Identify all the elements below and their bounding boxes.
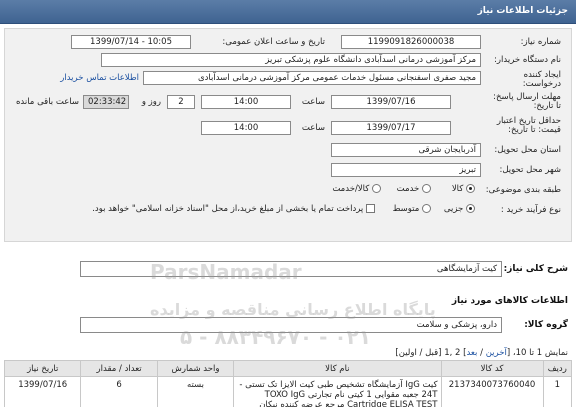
city-label: شهر محل تحویل: (499, 165, 561, 175)
province-label: استان محل تحویل: (494, 145, 561, 155)
category-goods-radio[interactable] (466, 184, 475, 193)
process-minor-radio[interactable] (466, 204, 475, 213)
days-label: روز و (141, 97, 161, 107)
cell-code: 2137340073760040 (440, 376, 544, 407)
table-header-row: ردیف کد کالا نام کالا واحد شمارش تعداد /… (3, 360, 573, 377)
goods-info-title: اطلاعات کالاهای مورد نیاز (451, 296, 568, 306)
pagination: نمایش 1 تا 10، [آخرین / بعد] 2 ,1 [قبل /… (395, 348, 568, 358)
deadline-date-field: 1399/07/16 (331, 95, 451, 109)
process-medium-radio[interactable] (422, 204, 431, 213)
buyer-field: مرکز آموزشی درمانی اسدآبادی دانشگاه علوم… (101, 53, 481, 67)
col-header-qty: تعداد / مقدار (80, 360, 158, 377)
process-option-minor[interactable]: جزیی (444, 204, 475, 214)
creator-field: مجید صفری اسفنجانی مسئول خدمات عمومی مرک… (143, 71, 481, 85)
days-field: 2 (167, 95, 195, 109)
treasury-payment-checkbox[interactable] (366, 204, 375, 213)
pager-next-link[interactable]: بعد (466, 348, 477, 358)
category-option-goods[interactable]: کالا (452, 184, 475, 194)
pager-last-link[interactable]: آخرین (486, 348, 507, 358)
province-field: آذربایجان شرقی (331, 143, 481, 157)
category-label: طبقه بندی موضوعی: (485, 185, 561, 195)
need-number-field: 1199091826000038 (341, 35, 481, 49)
category-option-both[interactable]: کالا/خدمت (332, 184, 381, 194)
announce-field: 1399/07/14 - 10:05 (71, 35, 191, 49)
announce-label: تاریخ و ساعت اعلان عمومی: (222, 37, 325, 47)
category-both-radio[interactable] (372, 184, 381, 193)
need-number-label: شماره نیاز: (520, 37, 561, 47)
col-header-date: تاریخ نیاز (3, 360, 82, 377)
goods-group-label: گروه کالا: (524, 320, 568, 330)
deadline-time-label: ساعت (301, 97, 325, 107)
cell-unit: بسته (156, 376, 235, 407)
col-header-row: ردیف (542, 360, 573, 377)
category-service-radio[interactable] (422, 184, 431, 193)
col-header-name: نام کالا (233, 360, 442, 377)
header-bar: جزئیات اطلاعات نیاز (0, 0, 576, 24)
validity-time-label: ساعت (301, 123, 325, 133)
remaining-label: ساعت باقی مانده (15, 97, 79, 107)
cell-qty: 6 (80, 376, 158, 407)
deadline-label: مهلت ارسال پاسخ: تا تاریخ: (493, 92, 561, 111)
creator-label: ایجاد کننده درخواست: (522, 70, 561, 89)
cell-name: کیت IgG آزمایشگاه تشخیص طبی کیت الایزا ت… (233, 376, 442, 407)
general-desc-label: شرح کلی نیاز: (503, 264, 568, 274)
process-label: نوع فرآیند خرید : (500, 205, 561, 215)
page-title: جزئیات اطلاعات نیاز (477, 6, 568, 16)
validity-label: حداقل تاریخ اعتبار قیمت: تا تاریخ: (496, 116, 561, 135)
deadline-time-field: 14:00 (201, 95, 291, 109)
category-option-service[interactable]: خدمت (397, 184, 431, 194)
cell-row: 1 (542, 376, 573, 407)
goods-group-field: دارو، پزشکی و سلامت (80, 317, 502, 333)
general-desc-field: کیت آزمایشگاهی (80, 261, 502, 277)
validity-date-field: 1399/07/17 (331, 121, 451, 135)
treasury-payment-option[interactable]: پرداخت تمام یا بخشی از مبلغ خرید،از محل … (92, 204, 375, 214)
buyer-label: نام دستگاه خریدار: (494, 55, 561, 65)
col-header-unit: واحد شمارش (156, 360, 235, 377)
remaining-time-field: 02:33:42 (83, 95, 129, 109)
city-field: تبریز (331, 163, 481, 177)
details-panel: شماره نیاز: 1199091826000038 تاریخ و ساع… (4, 28, 572, 242)
process-option-medium[interactable]: متوسط (393, 204, 431, 214)
col-header-code: کد کالا (440, 360, 544, 377)
buyer-contact-link[interactable]: اطلاعات تماس خریدار (60, 73, 139, 83)
validity-time-field: 14:00 (201, 121, 291, 135)
goods-table: ردیف کد کالا نام کالا واحد شمارش تعداد /… (3, 360, 573, 407)
cell-date: 1399/07/16 (3, 376, 82, 407)
table-row[interactable]: 1 2137340073760040 کیت IgG آزمایشگاه تشخ… (3, 376, 573, 407)
